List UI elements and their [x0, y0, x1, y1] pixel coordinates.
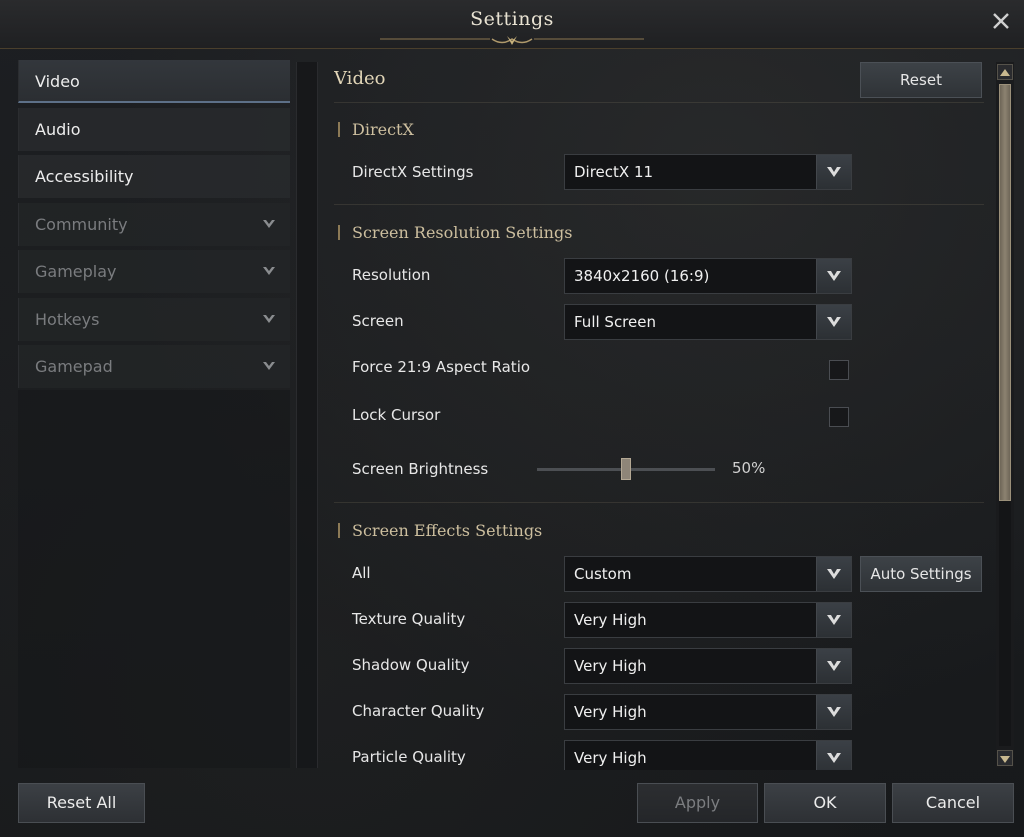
window-title: Settings [470, 8, 554, 30]
section-title-screen-effects: Screen Effects Settings [338, 521, 542, 540]
sidebar-item-gamepad[interactable]: Gamepad [18, 345, 290, 388]
dropdown-value: Custom [574, 565, 632, 583]
sidebar-item-label: Community [35, 214, 128, 234]
section-title-directx: DirectX [338, 120, 414, 139]
lock-cursor-label: Lock Cursor [352, 406, 441, 424]
brightness-value: 50% [732, 459, 766, 477]
character-quality-label: Character Quality [352, 702, 485, 720]
auto-settings-button[interactable]: Auto Settings [860, 556, 982, 592]
character-quality-dropdown[interactable]: Very High [564, 694, 852, 730]
chevron-down-icon [263, 267, 275, 275]
scroll-down-button[interactable] [997, 750, 1013, 766]
sidebar-item-label: Gameplay [35, 262, 117, 281]
sidebar: Video Audio Accessibility Community Game… [18, 60, 290, 760]
lock-cursor-checkbox[interactable] [829, 407, 849, 427]
title-bar: Settings [0, 0, 1024, 49]
resolution-label: Resolution [352, 266, 431, 284]
dropdown-arrow-button[interactable] [816, 259, 851, 293]
chevron-down-icon [827, 271, 841, 281]
brightness-slider-thumb[interactable] [621, 458, 631, 480]
ok-button[interactable]: OK [764, 783, 886, 823]
sidebar-item-hotkeys[interactable]: Hotkeys [18, 297, 290, 341]
sidebar-item-label: Gamepad [35, 357, 113, 376]
sidebar-item-accessibility[interactable]: Accessibility [18, 155, 290, 198]
dropdown-arrow-button[interactable] [816, 695, 851, 729]
arrow-up-icon [1000, 69, 1010, 76]
divider [334, 204, 984, 205]
sidebar-item-label: Video [35, 72, 80, 91]
chevron-down-icon [263, 314, 275, 323]
chevron-down-icon [827, 707, 841, 717]
particle-quality-dropdown[interactable]: Very High [564, 740, 852, 770]
settings-content: Video Reset DirectX DirectX Settings Dir… [334, 58, 986, 770]
dropdown-arrow-button[interactable] [816, 603, 851, 637]
brightness-label: Screen Brightness [352, 460, 489, 478]
chevron-down-icon [827, 569, 841, 579]
dropdown-arrow-button[interactable] [816, 305, 851, 339]
chevron-down-icon [827, 661, 841, 671]
dropdown-arrow-button[interactable] [816, 557, 851, 591]
shadow-quality-label: Shadow Quality [352, 656, 470, 674]
sidebar-item-gameplay[interactable]: Gameplay [18, 250, 290, 293]
sidebar-item-audio[interactable]: Audio [18, 107, 290, 151]
texture-quality-label: Texture Quality [352, 610, 466, 628]
directx-settings-label: DirectX Settings [352, 163, 474, 181]
dropdown-value: Very High [574, 749, 647, 767]
apply-button[interactable]: Apply [637, 783, 758, 823]
screen-mode-dropdown[interactable]: Full Screen [564, 304, 852, 340]
page-title: Video [334, 68, 386, 89]
sidebar-item-community[interactable]: Community [18, 202, 290, 246]
chevron-down-icon [827, 317, 841, 327]
sidebar-item-video[interactable]: Video [18, 60, 290, 103]
chevron-down-icon [263, 362, 275, 370]
title-ornament-icon [380, 36, 644, 45]
panel-divider [296, 62, 318, 768]
sidebar-item-label: Hotkeys [35, 309, 100, 329]
force-aspect-label: Force 21:9 Aspect Ratio [352, 358, 531, 376]
scroll-thumb[interactable] [999, 84, 1011, 502]
close-button[interactable] [988, 8, 1014, 34]
sidebar-item-label: Audio [35, 119, 81, 139]
content-scrollbar[interactable] [996, 62, 1014, 768]
particle-quality-label: Particle Quality [352, 748, 466, 766]
close-icon [993, 13, 1009, 29]
chevron-down-icon [263, 219, 275, 228]
divider [334, 502, 984, 503]
dropdown-arrow-button[interactable] [816, 155, 851, 189]
section-title-text: Screen Resolution Settings [352, 223, 573, 242]
all-quality-label: All [352, 564, 371, 582]
dropdown-arrow-button[interactable] [816, 649, 851, 683]
title-divider [0, 48, 1024, 49]
dropdown-value: DirectX 11 [574, 163, 654, 181]
dropdown-value: Very High [574, 703, 647, 721]
dropdown-arrow-button[interactable] [816, 741, 851, 770]
all-quality-dropdown[interactable]: Custom [564, 556, 852, 592]
cancel-button[interactable]: Cancel [892, 783, 1014, 823]
chevron-down-icon [827, 615, 841, 625]
settings-window: Settings Video Audio Accessibility Commu… [0, 0, 1024, 837]
resolution-dropdown[interactable]: 3840x2160 (16:9) [564, 258, 852, 294]
sidebar-item-label: Accessibility [35, 167, 134, 186]
section-title-text: Screen Effects Settings [352, 521, 543, 540]
force-aspect-checkbox[interactable] [829, 360, 849, 380]
divider [334, 102, 984, 103]
dropdown-value: Very High [574, 657, 647, 675]
texture-quality-dropdown[interactable]: Very High [564, 602, 852, 638]
reset-all-button[interactable]: Reset All [18, 783, 145, 823]
screen-mode-label: Screen [352, 312, 404, 330]
shadow-quality-dropdown[interactable]: Very High [564, 648, 852, 684]
scroll-up-button[interactable] [997, 64, 1013, 80]
section-title-screen-resolution: Screen Resolution Settings [338, 223, 572, 242]
chevron-down-icon [827, 753, 841, 763]
dropdown-value: 3840x2160 (16:9) [574, 267, 710, 285]
reset-button[interactable]: Reset [860, 62, 982, 98]
section-title-text: DirectX [352, 120, 414, 139]
chevron-down-icon [827, 167, 841, 177]
dropdown-value: Full Screen [574, 313, 656, 331]
dropdown-value: Very High [574, 611, 647, 629]
directx-settings-dropdown[interactable]: DirectX 11 [564, 154, 852, 190]
arrow-down-icon [1000, 756, 1010, 763]
